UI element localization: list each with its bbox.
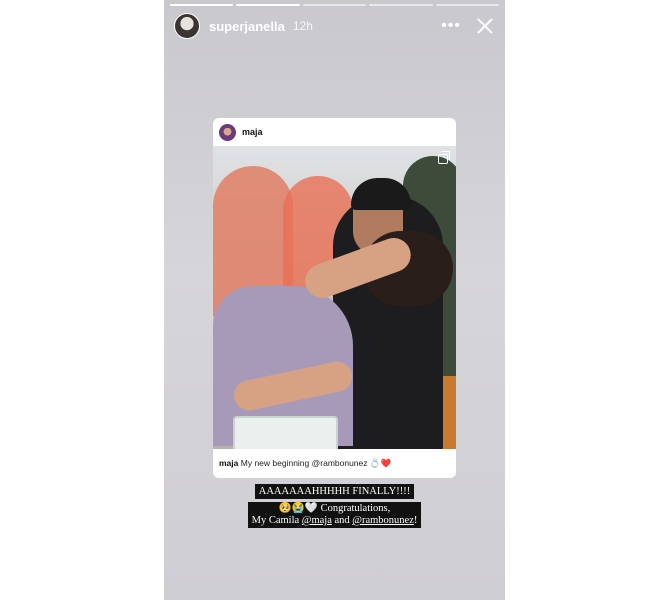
story-viewer[interactable]: superjanella 12h ••• maja maja My new be… <box>164 0 505 600</box>
post-author-avatar <box>219 123 236 141</box>
overlay-line: 🥺😭🤍 Congratulations, <box>278 503 391 514</box>
shared-post-card[interactable]: maja maja My new beginning @rambonunez 💍… <box>213 118 456 478</box>
close-icon[interactable] <box>475 16 495 36</box>
overlay-line: and <box>331 515 353 526</box>
mention-link[interactable]: @rambonunez <box>352 515 414 526</box>
progress-segment <box>369 4 433 6</box>
caption-text: My new beginning @rambonunez 💍❤️ <box>240 458 392 468</box>
mention-link[interactable]: @maja <box>302 515 332 526</box>
overlay-line: AAAAAAAHHHHH FINALLY!!!! <box>254 484 415 499</box>
progress-segment <box>435 4 500 6</box>
overlay-congrats-block: 🥺😭🤍 Congratulations, My Camila @maja and… <box>247 502 422 528</box>
post-caption: maja My new beginning @rambonunez 💍❤️ <box>219 458 450 469</box>
photo-man-hair <box>351 178 411 210</box>
story-progress-bar <box>170 4 500 6</box>
avatar[interactable] <box>174 13 200 39</box>
photo-basket <box>233 416 338 449</box>
story-timestamp: 12h <box>292 19 313 33</box>
story-text-overlay: AAAAAAAHHHHH FINALLY!!!! 🥺😭🤍 Congratulat… <box>164 484 505 531</box>
progress-segment <box>302 4 367 6</box>
post-author-name: maja <box>242 127 263 137</box>
progress-segment <box>170 4 234 6</box>
caption-username: maja <box>219 458 239 468</box>
overlay-line: My Camila <box>251 515 302 526</box>
story-username[interactable]: superjanella <box>209 19 285 34</box>
post-header: maja <box>213 118 456 146</box>
post-photo <box>213 146 456 449</box>
story-header: superjanella 12h ••• <box>174 12 499 40</box>
multiple-images-icon <box>438 151 450 164</box>
more-options-icon[interactable]: ••• <box>441 18 461 34</box>
overlay-line: ! <box>413 515 418 526</box>
progress-segment <box>236 4 300 6</box>
